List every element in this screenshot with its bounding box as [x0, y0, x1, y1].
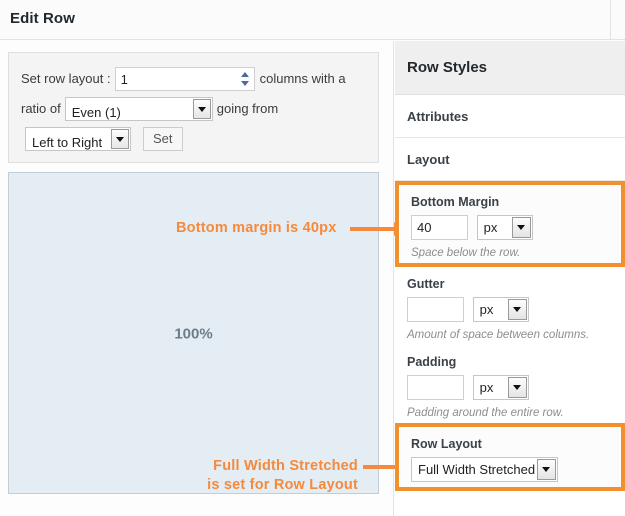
bottom-margin-input[interactable]: 40	[411, 215, 468, 240]
row-styles-title: Row Styles	[407, 59, 488, 76]
bottom-margin-label: Bottom Margin	[411, 195, 500, 209]
annotation-row-layout-line2: is set for Row Layout	[207, 477, 358, 493]
ratio-of-label: ratio of	[21, 101, 61, 117]
spinner-down-icon[interactable]	[240, 80, 249, 86]
chevron-down-icon[interactable]	[507, 377, 527, 398]
accordion-attributes-label: Attributes	[407, 109, 469, 124]
annotation-row-layout: Full Width Stretched is set for Row Layo…	[180, 457, 358, 495]
header-divider	[610, 0, 611, 40]
row-layout-select-value: Full Width Stretched	[418, 462, 536, 477]
chevron-down-icon[interactable]	[111, 128, 129, 149]
field-group-padding: Padding px Padding around the entire row…	[395, 345, 625, 423]
annotation-row-layout-line1: Full Width Stretched	[213, 458, 358, 474]
bottom-margin-hint: Space below the row.	[411, 247, 521, 259]
gutter-row: px	[407, 297, 613, 323]
accordion-attributes[interactable]: Attributes	[395, 95, 625, 138]
gutter-input[interactable]	[407, 297, 464, 322]
set-row-layout-form: Set row layout : 1 columns with a ratio …	[8, 52, 379, 164]
row-editor-main: Set row layout : 1 columns with a ratio …	[0, 41, 394, 516]
columns-with-a-label: columns with a	[259, 71, 346, 87]
chevron-down-icon[interactable]	[537, 459, 556, 480]
window-header: Edit Row	[0, 0, 625, 40]
field-group-gutter: Gutter px Amount of space between column…	[395, 267, 625, 345]
accordion-layout-label: Layout	[407, 152, 450, 167]
ratio-select[interactable]: Even (1)	[64, 96, 213, 121]
gutter-label: Gutter	[407, 277, 445, 291]
direction-select[interactable]: Left to Right	[25, 126, 131, 151]
spinner-up-icon[interactable]	[240, 71, 249, 77]
going-from-label: going from	[216, 101, 279, 117]
chevron-down-icon[interactable]	[192, 98, 211, 119]
accordion-layout[interactable]: Layout	[395, 138, 625, 181]
chevron-down-icon[interactable]	[511, 217, 531, 238]
row-styles-header: Row Styles	[395, 41, 625, 95]
field-group-bottom-margin: Bottom Margin 40 px Space below the row.	[395, 181, 625, 267]
annotation-bottom-margin: Bottom margin is 40px	[176, 220, 337, 236]
chevron-down-icon[interactable]	[507, 299, 527, 320]
set-button[interactable]: Set	[143, 126, 183, 151]
padding-unit-select[interactable]: px	[472, 375, 529, 400]
number-spinner[interactable]	[238, 69, 252, 89]
gutter-hint: Amount of space between columns.	[407, 329, 590, 341]
column-width-label: 100%	[174, 325, 213, 343]
gutter-unit-select[interactable]: px	[472, 297, 529, 322]
padding-input[interactable]	[407, 375, 464, 400]
set-row-layout-label: Set row layout :	[21, 71, 111, 87]
columns-count-value: 1	[120, 71, 128, 87]
row-layout-row: Full Width Stretched	[411, 457, 609, 483]
ratio-select-value: Even (1)	[71, 104, 121, 120]
page-title: Edit Row	[10, 10, 75, 27]
padding-row: px	[407, 375, 613, 401]
field-group-row-layout: Row Layout Full Width Stretched	[395, 423, 625, 491]
direction-select-value: Left to Right	[32, 134, 103, 150]
columns-count-input[interactable]: 1	[114, 66, 255, 91]
row-styles-panel: Row Styles Attributes Layout Bottom Marg…	[395, 41, 625, 516]
row-layout-label: Row Layout	[411, 437, 482, 451]
bottom-margin-row: 40 px	[411, 215, 609, 241]
annotation-arrow-row-layout	[363, 460, 405, 474]
row-layout-select[interactable]: Full Width Stretched	[411, 457, 558, 482]
annotation-arrow-bottom-margin	[350, 222, 404, 236]
padding-hint: Padding around the entire row.	[407, 407, 564, 419]
bottom-margin-unit-select[interactable]: px	[476, 215, 533, 240]
padding-label: Padding	[407, 355, 457, 369]
